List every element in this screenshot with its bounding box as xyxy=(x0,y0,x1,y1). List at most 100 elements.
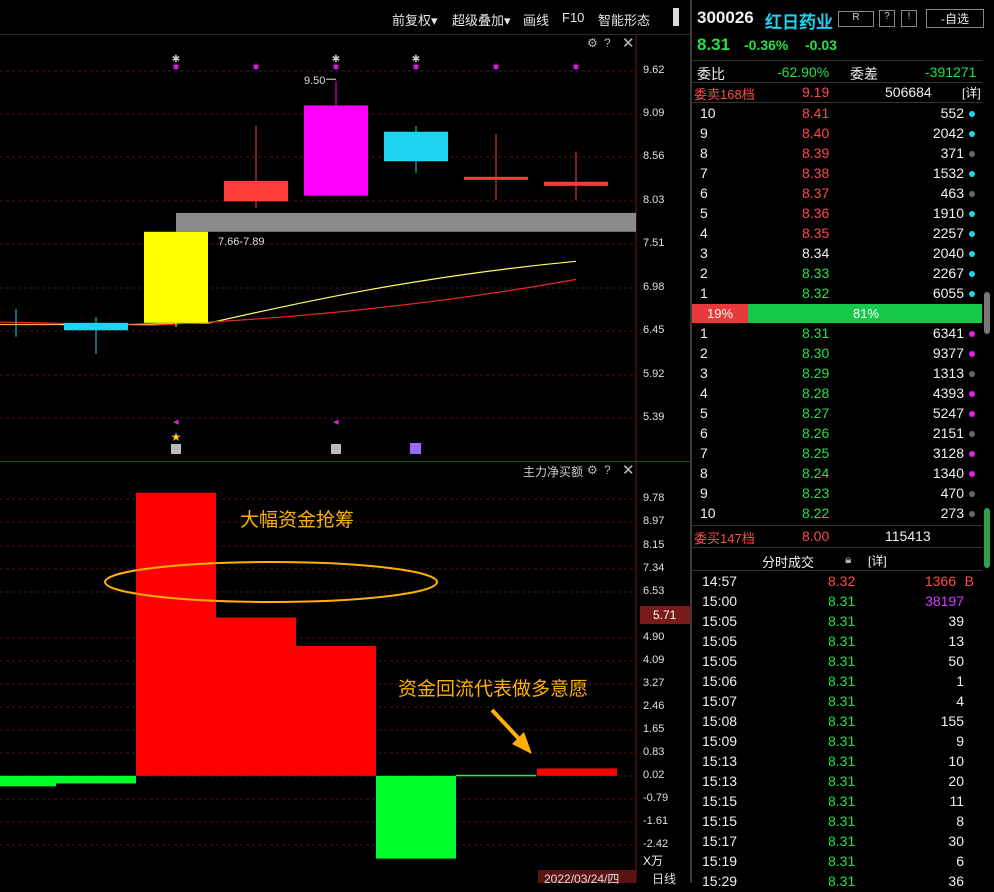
smart-pattern-button[interactable]: 智能形态 xyxy=(598,10,650,29)
trade-row[interactable]: 15:05 8.31 39 xyxy=(692,612,982,632)
overlay-dropdown[interactable]: 超级叠加▾ xyxy=(452,10,511,29)
r-badge[interactable]: R xyxy=(838,11,874,27)
level: 7 xyxy=(700,445,708,461)
period-label[interactable]: 日线 xyxy=(652,870,676,887)
sell-queue-label[interactable]: 委卖168档 xyxy=(694,84,755,103)
trade-row[interactable]: 15:13 8.31 20 xyxy=(692,772,982,792)
f10-button[interactable]: F10 xyxy=(562,10,584,25)
orderbook-row[interactable]: 7 8.25 3128 xyxy=(692,444,982,464)
help-icon[interactable]: ? xyxy=(604,36,611,50)
trade-side: B xyxy=(964,573,974,589)
orderbook-row[interactable]: 3 8.29 1313 xyxy=(692,364,982,384)
orderbook-row[interactable]: 4 8.35 2257 xyxy=(692,224,982,244)
event-marker-icon: ✱ xyxy=(332,63,340,73)
flow-bar xyxy=(456,774,536,777)
current-value: 5.71 xyxy=(653,608,677,622)
trade-row[interactable]: 15:09 8.31 9 xyxy=(692,732,982,752)
orderbook-row[interactable]: 8 8.24 1340 xyxy=(692,464,982,484)
trade-row[interactable]: 14:57 8.32 1366 B xyxy=(692,572,982,592)
settings-icon[interactable]: ⚙ xyxy=(587,463,598,477)
orderbook-row[interactable]: 3 8.34 2040 xyxy=(692,244,982,264)
level: 10 xyxy=(700,105,716,121)
trade-time: 15:15 xyxy=(702,813,738,829)
trade-scrollbar[interactable] xyxy=(984,508,990,568)
orderbook-row[interactable]: 4 8.28 4393 xyxy=(692,384,982,404)
alert-icon[interactable]: ! xyxy=(901,10,917,27)
trade-row[interactable]: 15:15 8.31 8 xyxy=(692,812,982,832)
trade-volume: 6 xyxy=(956,853,964,869)
settings-icon[interactable]: ⚙ xyxy=(587,36,598,50)
note-icon[interactable] xyxy=(331,444,341,454)
trade-volume: 10 xyxy=(948,753,964,769)
quote-panel: 300026 红日药业 R ? ! -自选 8.31 -0.36% -0.03 … xyxy=(692,0,994,889)
orderbook-scrollbar[interactable] xyxy=(984,292,990,334)
trade-row[interactable]: 15:08 8.31 155 xyxy=(692,712,982,732)
trade-row[interactable]: 15:13 8.31 10 xyxy=(692,752,982,772)
trade-row[interactable]: 15:06 8.31 1 xyxy=(692,672,982,692)
volume: 273 xyxy=(940,505,964,521)
flow-tick: 9.78 xyxy=(643,492,665,504)
trade-row[interactable]: 15:05 8.31 13 xyxy=(692,632,982,652)
help-icon[interactable]: ? xyxy=(604,463,611,477)
trade-volume: 11 xyxy=(949,793,964,809)
add-watchlist-button[interactable]: -自选 xyxy=(926,9,984,28)
orderbook-row[interactable]: 10 8.41 552 xyxy=(692,104,982,124)
level: 8 xyxy=(700,145,708,161)
trade-row[interactable]: 15:07 8.31 4 xyxy=(692,692,982,712)
note-icon[interactable] xyxy=(171,444,181,454)
calendar-icon[interactable] xyxy=(410,443,421,454)
dot-icon xyxy=(969,211,975,217)
price: 8.29 xyxy=(802,365,830,381)
trades-detail-link[interactable]: [详] xyxy=(868,552,887,569)
price: 8.24 xyxy=(802,465,830,481)
lock-icon[interactable]: 🔒︎ xyxy=(845,552,851,567)
trade-row[interactable]: 15:00 8.31 38197 xyxy=(692,592,982,612)
candle-body xyxy=(304,105,368,196)
trade-price: 8.31 xyxy=(828,733,856,749)
panel-toggle-icon[interactable] xyxy=(673,8,679,26)
orderbook-row[interactable]: 6 8.26 2151 xyxy=(692,424,982,444)
event-marker-icon: ✱ xyxy=(572,63,580,73)
trade-price: 8.31 xyxy=(828,613,856,629)
orderbook-row[interactable]: 5 8.27 5247 xyxy=(692,404,982,424)
flow-tick: -2.42 xyxy=(643,838,669,850)
trade-row[interactable]: 15:15 8.31 11 xyxy=(692,792,982,812)
buy-queue-label[interactable]: 委买147档 xyxy=(694,528,755,547)
trade-row[interactable]: 15:17 8.31 30 xyxy=(692,832,982,852)
indicator-name[interactable]: 主力净买额 xyxy=(523,463,583,480)
close-icon[interactable]: ✕ xyxy=(622,34,635,52)
help-icon[interactable]: ? xyxy=(879,10,895,27)
trade-row[interactable]: 15:05 8.31 50 xyxy=(692,652,982,672)
orderbook-row[interactable]: 5 8.36 1910 xyxy=(692,204,982,224)
dot-icon xyxy=(969,271,975,277)
orderbook-row[interactable]: 2 8.33 2267 xyxy=(692,264,982,284)
orderbook-row[interactable]: 9 8.40 2042 xyxy=(692,124,982,144)
volume: 1313 xyxy=(932,365,964,381)
volume: 2267 xyxy=(932,265,964,281)
level: 1 xyxy=(700,325,708,341)
flow-tick: 1.65 xyxy=(643,723,665,735)
trade-volume: 9 xyxy=(956,733,964,749)
fuquan-dropdown[interactable]: 前复权▾ xyxy=(392,10,438,29)
orderbook-row[interactable]: 7 8.38 1532 xyxy=(692,164,982,184)
weibi-label: 委比 xyxy=(697,66,725,82)
orderbook-row[interactable]: 1 8.31 6341 xyxy=(692,324,982,344)
orderbook-row[interactable]: 6 8.37 463 xyxy=(692,184,982,204)
dot-icon xyxy=(969,171,975,177)
trade-time: 15:15 xyxy=(702,793,738,809)
orderbook-row[interactable]: 8 8.39 371 xyxy=(692,144,982,164)
orderbook-row[interactable]: 10 8.22 273 xyxy=(692,504,982,524)
trade-time: 15:29 xyxy=(702,873,738,889)
draw-line-button[interactable]: 画线 xyxy=(523,10,549,29)
orderbook-row[interactable]: 9 8.23 470 xyxy=(692,484,982,504)
trade-row[interactable]: 15:19 8.31 6 xyxy=(692,852,982,872)
star-icon: ★ xyxy=(171,430,182,444)
orderbook-row[interactable]: 2 8.30 9377 xyxy=(692,344,982,364)
sell-detail-link[interactable]: [详] xyxy=(962,84,981,101)
close-icon[interactable]: ✕ xyxy=(622,461,635,479)
volume: 9377 xyxy=(932,345,964,361)
trade-volume: 20 xyxy=(948,773,964,789)
flow-bar xyxy=(216,617,296,776)
trade-row[interactable]: 15:29 8.31 36 xyxy=(692,872,982,892)
orderbook-row[interactable]: 1 8.32 6055 xyxy=(692,284,982,304)
